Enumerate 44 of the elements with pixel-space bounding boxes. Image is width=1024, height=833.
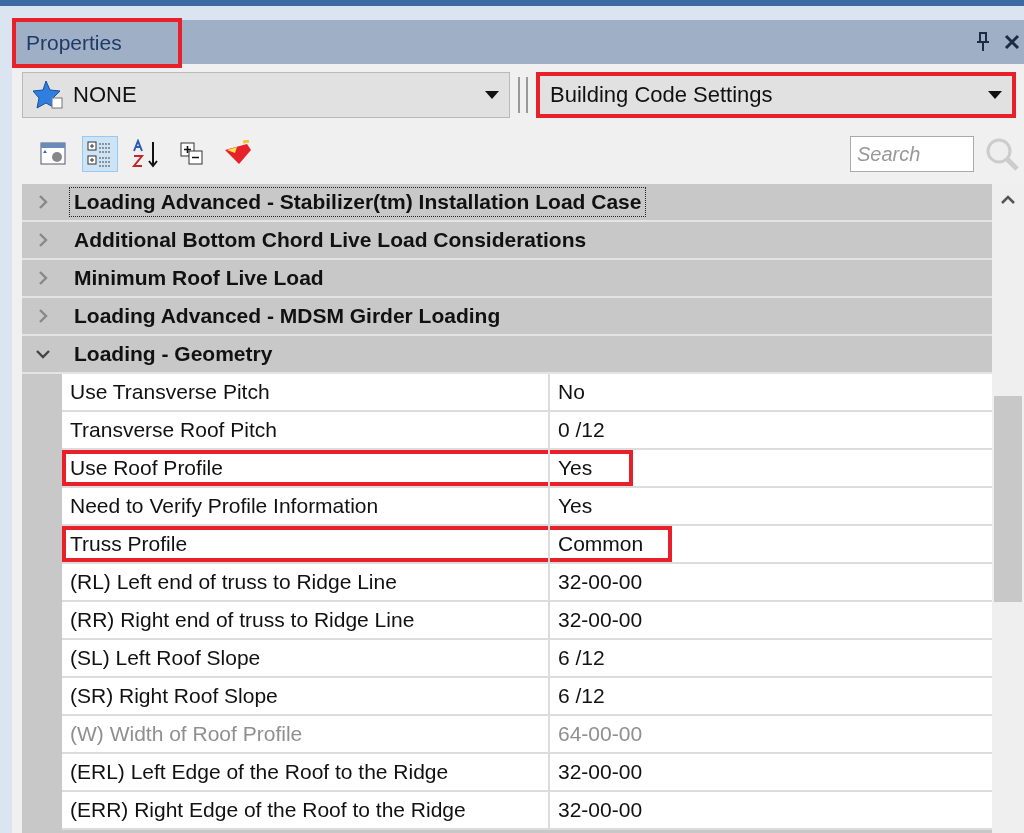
category-header[interactable]: Loading Advanced - MDSM Girder Loading: [70, 302, 505, 330]
dropdown[interactable]: NONE: [22, 72, 510, 118]
category-header[interactable]: Loading Advanced - Stabilizer(tm) Installation Load Case: [70, 188, 646, 216]
property-value[interactable]: 6 /12: [550, 678, 992, 716]
property-value[interactable]: 32-00-00: [550, 602, 992, 640]
close-icon[interactable]: [1004, 34, 1020, 50]
property-value[interactable]: Yes: [550, 488, 992, 526]
scroll-up-icon[interactable]: [1000, 194, 1016, 204]
property-value[interactable]: 6 /12: [550, 640, 992, 678]
property-name: (SR) Right Roof Slope: [62, 678, 550, 716]
property-name: (SL) Left Roof Slope: [62, 640, 550, 678]
property-name: (RR) Right end of truss to Ridge Line: [62, 602, 550, 640]
property-name: (ERL) Left Edge of the Roof to the Ridge: [62, 754, 550, 792]
category-header[interactable]: Minimum Roof Live Load: [70, 264, 328, 292]
dropdown-arrow-icon: [485, 91, 499, 99]
property-name: Use Roof Profile: [62, 450, 550, 488]
property-name: Transverse Roof Pitch: [62, 412, 550, 450]
property-value[interactable]: 32-00-00: [550, 564, 992, 602]
property-value[interactable]: Common: [550, 526, 992, 564]
property-name: Need to Verify Profile Information: [62, 488, 550, 526]
property-name: (W) Width of Roof Profile: [62, 716, 550, 754]
property-name: (RL) Left end of truss to Ridge Line: [62, 564, 550, 602]
star-icon: [33, 80, 65, 110]
pin-icon[interactable]: [976, 32, 990, 52]
property-name: Truss Profile: [62, 526, 550, 564]
dropdown-arrow-icon: [988, 91, 1002, 99]
categorized-list-icon: [87, 140, 113, 168]
category-header[interactable]: Loading - Geometry: [70, 340, 277, 368]
expand-collapse-icon: [179, 141, 205, 167]
category-header[interactable]: Additional Bottom Chord Live Load Considerations: [70, 226, 591, 254]
property-value[interactable]: 32-00-00: [550, 792, 992, 830]
scroll-thumb[interactable]: [994, 396, 1022, 602]
property-value[interactable]: 32-00-00: [550, 754, 992, 792]
property-name: Use Transverse Pitch: [62, 374, 550, 412]
property-name: (ERR) Right Edge of the Roof to the Ridge: [62, 792, 550, 830]
sort-alphabetical-icon: [131, 139, 161, 169]
search-field[interactable]: Search: [850, 136, 974, 172]
property-value[interactable]: Yes: [550, 450, 992, 488]
dropdown[interactable]: Building Code Settings: [536, 72, 1016, 118]
property-value[interactable]: No: [550, 374, 992, 412]
property-value[interactable]: 0 /12: [550, 412, 992, 450]
toolbar-grip: [518, 77, 528, 113]
panel-title: Properties: [12, 18, 182, 68]
property-pages-icon: [40, 141, 68, 167]
